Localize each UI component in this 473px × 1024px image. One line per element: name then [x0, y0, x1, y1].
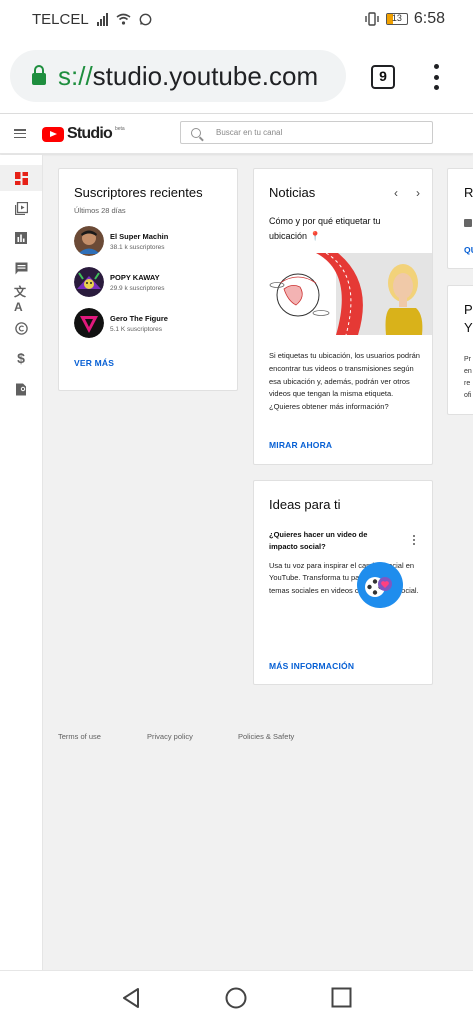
copyright-icon — [14, 321, 28, 335]
ideas-card: Ideas para ti ¿Quieres hacer un video de… — [253, 480, 433, 685]
card-title: Suscriptores recientes — [74, 185, 203, 200]
news-body: Si etiquetas tu ubicación, los usuarios … — [269, 351, 420, 412]
status-bar: TELCEL 13 6:58 — [0, 0, 473, 38]
lock-icon — [32, 65, 46, 85]
url-text[interactable]: s://studio.youtube.com — [58, 61, 318, 92]
subscriber-count: 5.1 K suscriptores — [110, 325, 163, 333]
sidebar-item-dashboard[interactable] — [0, 165, 42, 191]
avatar — [74, 308, 104, 338]
sidebar-item-analytics[interactable] — [0, 225, 42, 251]
videos-icon — [14, 201, 28, 215]
recent-subscribers-card: Suscriptores recientes Últimos 28 días E… — [58, 168, 238, 391]
partial-card: Re QU — [447, 168, 473, 269]
sidebar-item-subtitles[interactable]: 文A — [0, 284, 42, 314]
youtube-studio-logo[interactable]: Studio beta — [42, 125, 125, 143]
card-text-line: ofi — [464, 392, 472, 399]
carrier-label: TELCEL — [32, 10, 89, 28]
card-text-line: en — [464, 368, 472, 375]
watch-now-button[interactable]: MIRAR AHORA — [269, 440, 332, 450]
card-subtitle: Últimos 28 días — [74, 206, 126, 215]
chevron-right-icon[interactable]: › — [416, 186, 420, 200]
sidebar-item-comments[interactable] — [0, 255, 42, 281]
more-options-icon[interactable] — [413, 535, 415, 545]
film-reel-heart-icon — [357, 562, 403, 608]
avatar — [74, 267, 104, 297]
whatsapp-icon — [139, 13, 152, 25]
subscriber-count: 29.9 k suscriptores — [110, 284, 165, 292]
analytics-icon — [15, 232, 27, 244]
browser-toolbar: s://studio.youtube.com 9 — [0, 38, 473, 114]
card-text-line: re — [464, 380, 471, 387]
card-title: Noticias — [269, 185, 316, 200]
home-icon[interactable] — [225, 987, 247, 1009]
wifi-icon — [116, 13, 131, 25]
vibrate-icon — [365, 12, 379, 26]
terms-link[interactable]: Terms of use — [58, 732, 101, 741]
news-headline[interactable]: Cómo y por qué etiquetar tu ubicación 📍 — [269, 214, 419, 244]
comments-icon — [15, 262, 27, 274]
card-text-line: Pr — [464, 356, 471, 363]
partial-card: Pr Y Pr en re ofi — [447, 285, 473, 415]
sidebar-item-copyright[interactable] — [0, 315, 42, 341]
sidebar-item-videos[interactable] — [0, 195, 42, 221]
search-input[interactable] — [216, 128, 416, 137]
subscriber-row[interactable]: Gero The Figure 5.1 K suscriptores — [74, 308, 222, 338]
subscriber-row[interactable]: POPY KAWAY 29.9 k suscriptores — [74, 267, 222, 297]
card-title: Pr — [464, 302, 473, 317]
clock: 6:58 — [413, 10, 445, 27]
monetization-icon: $ — [17, 350, 25, 366]
subscriber-name: El Super Machin — [110, 231, 169, 241]
channel-search[interactable] — [180, 121, 433, 144]
card-title: Y — [464, 320, 473, 335]
card-link[interactable]: QU — [464, 245, 473, 255]
chevron-left-icon[interactable]: ‹ — [394, 186, 398, 200]
card-title: Re — [464, 185, 473, 200]
signal-icon — [96, 12, 108, 26]
back-icon[interactable] — [121, 987, 141, 1009]
address-bar[interactable]: s://studio.youtube.com — [10, 50, 346, 102]
privacy-link[interactable]: Privacy policy — [147, 732, 193, 741]
subscriber-count: 38.1 k suscriptores — [110, 243, 165, 251]
dashboard-icon — [14, 171, 28, 185]
system-navigation-bar — [0, 970, 473, 1024]
policies-link[interactable]: Policies & Safety — [238, 732, 294, 741]
card-title: Ideas para ti — [269, 497, 341, 512]
hamburger-menu-icon[interactable] — [14, 129, 26, 138]
search-icon — [191, 127, 201, 138]
see-more-button[interactable]: VER MÁS — [74, 358, 222, 368]
subscriber-name: Gero The Figure — [110, 313, 168, 323]
recents-icon[interactable] — [331, 987, 352, 1008]
idea-question: ¿Quieres hacer un video de impacto socia… — [269, 530, 368, 551]
sidebar-item-audio-library[interactable] — [0, 376, 42, 402]
avatar — [74, 226, 104, 256]
subtitles-icon: 文A — [14, 284, 27, 314]
battery-icon: 13 — [385, 13, 408, 25]
tab-switcher-button[interactable]: 9 — [371, 65, 395, 89]
more-info-button[interactable]: MÁS INFORMACIÓN — [269, 661, 354, 671]
studio-header: Studio beta — [0, 114, 473, 154]
calendar-icon — [464, 219, 472, 227]
youtube-play-icon — [42, 126, 64, 142]
browser-menu-button[interactable] — [428, 64, 444, 90]
audio-library-icon — [15, 383, 26, 395]
news-thumbnail[interactable] — [266, 253, 433, 335]
news-card: Noticias ‹ › Cómo y por qué etiquetar tu… — [253, 168, 433, 465]
sidebar: 文A $ — [0, 155, 43, 970]
sidebar-item-monetization[interactable]: $ — [0, 345, 42, 371]
subscriber-name: POPY KAWAY — [110, 272, 160, 282]
subscriber-row[interactable]: El Super Machin 38.1 k suscriptores — [74, 226, 222, 256]
